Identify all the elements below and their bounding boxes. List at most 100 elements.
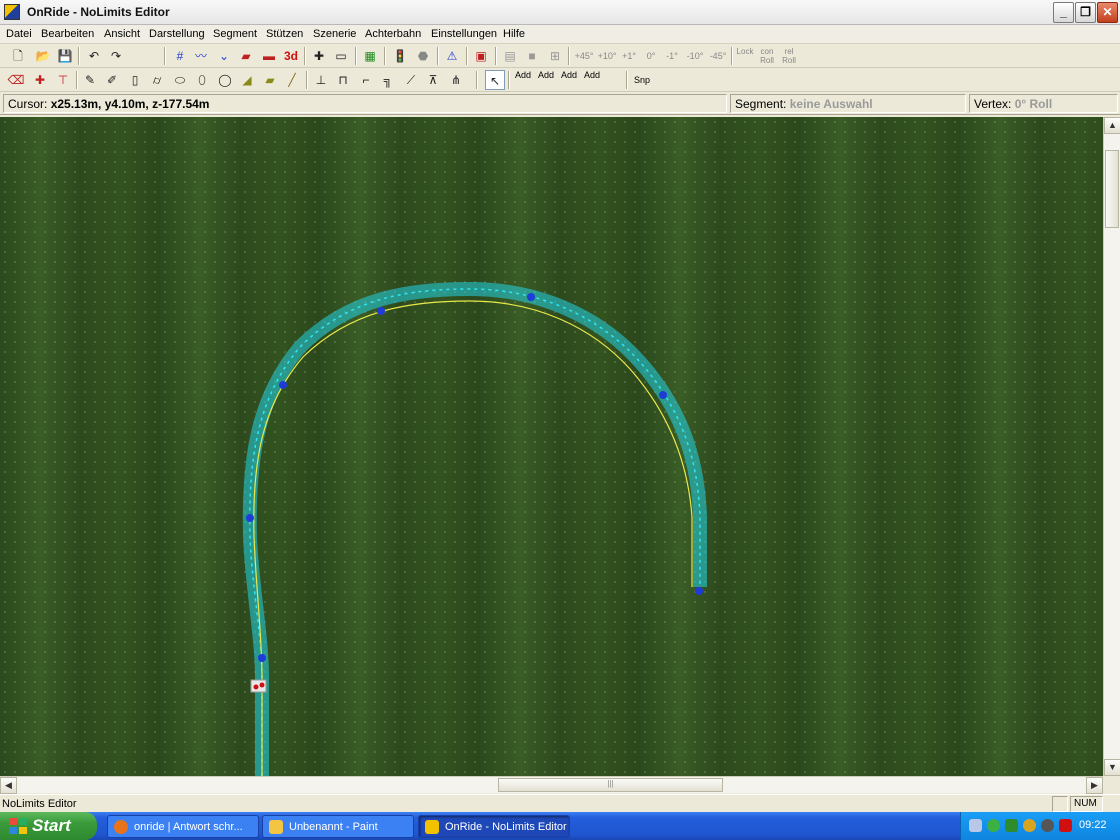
open-folder-icon[interactable]: 📂 [33,46,53,66]
snap-button[interactable]: Snp [631,70,653,90]
pillar-icon[interactable]: ▯ [125,70,145,90]
vertex-node[interactable] [695,587,703,595]
scroll-right-button[interactable]: ▶ [1086,777,1103,794]
3d-view-icon[interactable]: 3d [281,46,301,66]
undo-icon[interactable]: ↶ [84,46,104,66]
vertex-node[interactable] [246,514,254,522]
roll-minus1-button[interactable]: -1° [663,46,681,66]
add-green-vertex-button[interactable]: Add [559,70,579,90]
roll-minus45-button[interactable]: -45° [707,46,729,66]
support-e-icon[interactable]: ⟋ [401,70,421,90]
train-icon[interactable]: ▬ [259,46,279,66]
junction-icon[interactable]: ⊤ [53,70,73,90]
clover-icon[interactable] [1005,819,1018,832]
support-g-icon[interactable]: ⋔ [446,70,466,90]
support-c-icon[interactable]: ⌐ [356,70,376,90]
add-support-button[interactable]: Add [582,70,602,90]
vertex-node[interactable] [279,381,287,389]
station-icon[interactable]: ▰ [236,46,256,66]
disc-icon[interactable] [1041,819,1054,832]
vertex-node[interactable] [527,293,535,301]
pencil-icon[interactable]: ✎ [80,70,100,90]
redo-icon[interactable]: ↷ [106,46,126,66]
track-canvas[interactable] [0,117,1103,776]
cylinder-h-icon[interactable]: ⬭ [170,70,190,90]
remove-segment-icon[interactable]: ▭ [331,46,351,66]
menu-hilfe[interactable]: Hilfe [503,28,525,40]
rel-roll-button[interactable]: rel Roll [779,46,799,66]
antivirus-icon[interactable] [1059,819,1072,832]
task-nolimits[interactable]: OnRide - NoLimits Editor [418,815,570,838]
terrain-icon[interactable]: ▦ [360,46,380,66]
menu-bearbeiten[interactable]: Bearbeiten [41,28,94,40]
insert-segment-icon[interactable]: ✚ [309,46,329,66]
roll-zero-button[interactable]: 0° [642,46,660,66]
beam-icon[interactable]: ╱ [282,70,302,90]
vertex-node[interactable] [258,654,266,662]
con-roll-button[interactable]: con Roll [757,46,777,66]
roll-plus1-button[interactable]: +1° [619,46,639,66]
scroll-left-button[interactable]: ◀ [0,777,17,794]
cylinder-icon[interactable]: ⌭ [147,70,167,90]
vertex-node[interactable] [659,391,667,399]
scroll-down-button[interactable]: ▼ [1104,759,1120,776]
minimize-button[interactable]: _ [1053,2,1074,23]
ramp-icon[interactable]: ◢ [237,70,257,90]
maximize-button[interactable]: ❐ [1075,2,1096,23]
curve-view-icon[interactable]: ⌄ [214,46,234,66]
vertical-scrollbar[interactable]: ▲ ▼ [1103,117,1120,776]
lock-button[interactable]: Lock [735,46,755,66]
support-d-icon[interactable]: ╗ [378,70,398,90]
task-paint[interactable]: Unbenannt - Paint [262,815,414,838]
brake-icon[interactable]: ▣ [471,46,491,66]
menu-einstellungen[interactable]: Einstellungen [431,28,497,40]
warning-icon[interactable]: ⚠ [442,46,462,66]
support-a-icon[interactable]: ⊥ [311,70,331,90]
align-icon[interactable]: ⊞ [545,46,565,66]
menu-achterbahn[interactable]: Achterbahn [365,28,421,40]
cylinder-2-icon[interactable]: ⬯ [192,70,212,90]
track-outer-rail[interactable] [242,281,707,776]
menu-ansicht[interactable]: Ansicht [104,28,140,40]
track-view-icon[interactable]: 〰 [191,46,211,66]
add-double-vertex-button[interactable]: Add [536,70,556,90]
cylinder-3-icon[interactable]: ◯ [215,70,235,90]
add-vertex-button[interactable]: Add [513,70,533,90]
messenger-icon[interactable] [987,819,1000,832]
horizontal-scroll-thumb[interactable]: ||| [498,778,723,792]
double-pencil-icon[interactable]: ✐ [102,70,122,90]
pointer-icon[interactable]: ↖ [485,70,505,90]
grid-icon[interactable]: # [170,46,190,66]
panel-icon[interactable]: ▤ [500,46,520,66]
segment-panel: Segment: keine Auswahl [730,94,966,113]
horizontal-scrollbar[interactable]: ◀ ||| ▶ [0,776,1103,794]
globe-icon[interactable] [1023,819,1036,832]
menu-szenerie[interactable]: Szenerie [313,28,356,40]
scroll-up-button[interactable]: ▲ [1104,117,1120,134]
roll-plus10-button[interactable]: +10° [596,46,618,66]
menu-stuetzen[interactable]: Stützen [266,28,303,40]
eraser-icon[interactable]: ⌫ [6,70,26,90]
box-icon[interactable]: ▰ [260,70,280,90]
support-b-icon[interactable]: ⊓ [333,70,353,90]
menu-segment[interactable]: Segment [213,28,257,40]
roll-plus45-button[interactable]: +45° [573,46,595,66]
new-file-icon[interactable]: 🗋 [8,46,28,66]
traffic-light-icon[interactable]: 🚦 [390,46,410,66]
menu-datei[interactable]: Datei [6,28,32,40]
block-icon[interactable]: ■ [522,46,542,66]
cross-marker-icon[interactable]: ✚ [30,70,50,90]
roll-minus10-button[interactable]: -10° [684,46,706,66]
network-icon[interactable] [969,819,982,832]
task-browser[interactable]: onride | Antwort schr... [107,815,259,838]
support-f-icon[interactable]: ⊼ [423,70,443,90]
stop-sign-icon[interactable]: ⬣ [413,46,433,66]
save-icon[interactable]: 💾 [55,46,75,66]
toolbar-separator [76,71,78,89]
close-button[interactable]: ✕ [1097,2,1118,23]
menu-darstellung[interactable]: Darstellung [149,28,205,40]
editor-viewport[interactable] [0,117,1103,776]
vertical-scroll-thumb[interactable] [1105,150,1119,228]
vertex-node[interactable] [377,307,385,315]
start-button[interactable]: Start [0,812,97,840]
